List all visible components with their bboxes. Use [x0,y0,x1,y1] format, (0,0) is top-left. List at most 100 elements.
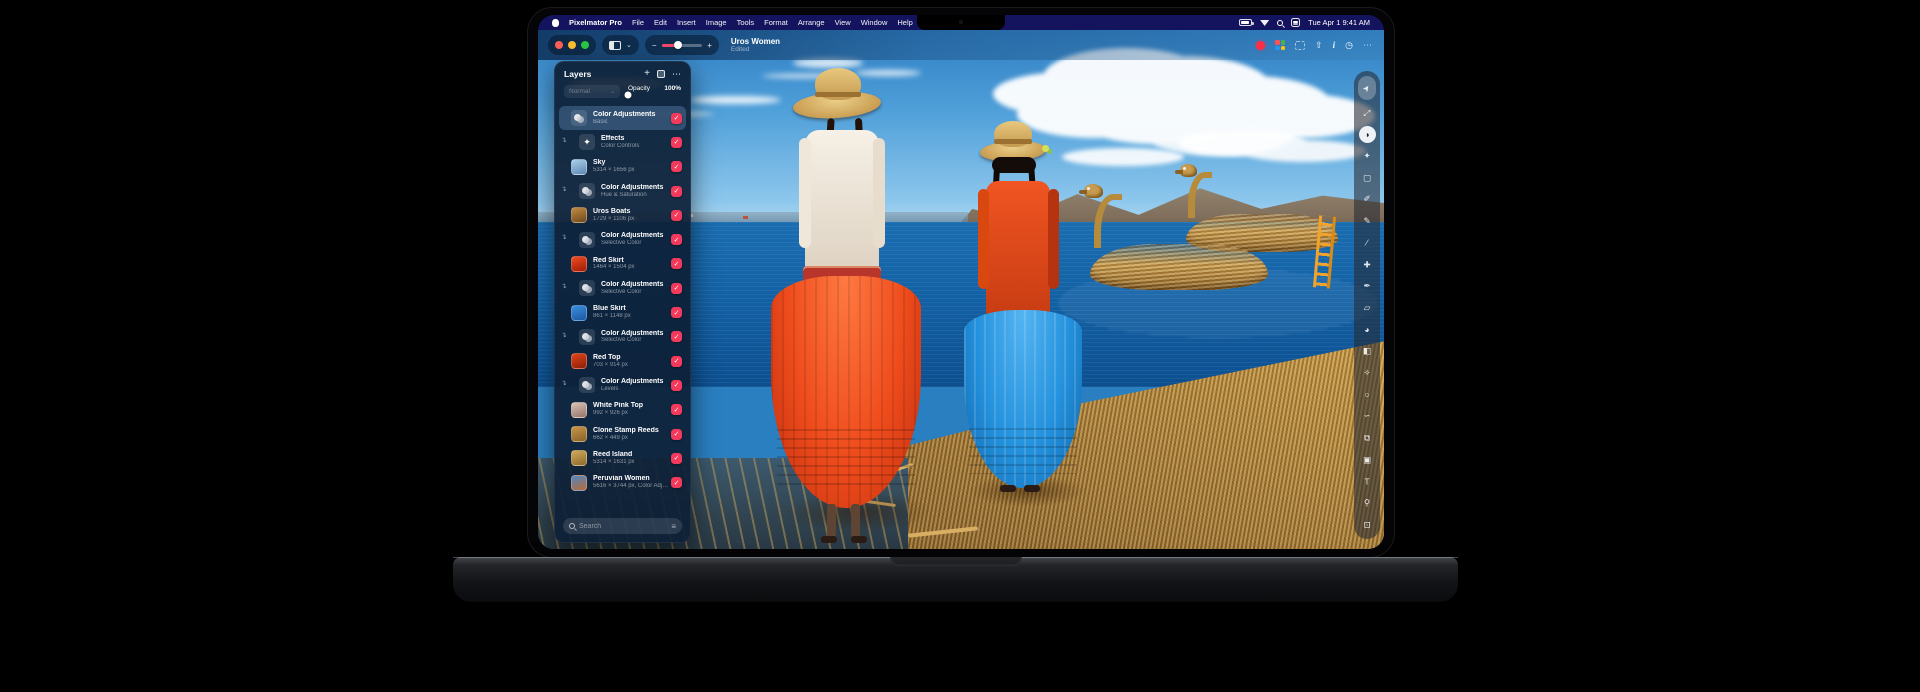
layer-visibility-checkbox[interactable]: ✓ [671,258,682,269]
layer-visibility-checkbox[interactable]: ✓ [671,356,682,367]
paint-tool[interactable]: ✒ [1358,278,1376,295]
color-adjustments-tool[interactable]: ◑ [1359,126,1376,143]
menu-help[interactable]: Help [897,18,912,27]
more-icon[interactable]: ⋯ [1363,40,1372,51]
minimize-button[interactable] [568,41,576,49]
layer-row-reed-island-5314-1631-px[interactable]: Reed Island5314 × 1631 px✓ [559,446,686,470]
text-tool[interactable]: T [1358,473,1376,490]
search-input[interactable] [579,523,667,530]
layer-row-color-adjustments-hue-saturation[interactable]: ↴Color AdjustmentsHue & Saturation✓ [559,179,686,203]
layer-visibility-checkbox[interactable]: ✓ [671,331,682,342]
history-icon[interactable]: ◷ [1345,40,1353,51]
layer-detail: 992 × 926 px [593,410,671,417]
smudge-tool[interactable]: ∽ [1358,408,1376,425]
close-button[interactable] [555,41,563,49]
freeform-select-tool[interactable]: ✐ [1358,191,1376,208]
menu-window[interactable]: Window [861,18,888,27]
wifi-icon[interactable] [1260,19,1269,26]
layer-text: Peruvian Women5616 × 3744 px, Color Adju… [593,475,671,490]
zoom-window-button[interactable] [581,41,589,49]
white-top [805,130,879,280]
retouch-tool[interactable]: ✚ [1358,257,1376,274]
layer-visibility-checkbox[interactable]: ✓ [671,404,682,415]
menu-insert[interactable]: Insert [677,18,696,27]
layer-visibility-checkbox[interactable]: ✓ [671,453,682,464]
menu-edit[interactable]: Edit [654,18,667,27]
chevron-down-icon: ⌄ [626,41,632,49]
layer-row-uros-boats-1729-1106-px[interactable]: Uros Boats1729 × 1106 px✓ [559,203,686,227]
opacity-knob[interactable] [625,92,632,99]
layer-row-blue-skirt-861-1148-px[interactable]: Blue Skirt861 × 1148 px✓ [559,300,686,324]
layer-visibility-checkbox[interactable]: ✓ [671,113,682,124]
zoom-slider[interactable]: − + [645,35,719,55]
control-center-icon[interactable] [1291,18,1300,27]
menu-image[interactable]: Image [706,18,727,27]
layer-visibility-checkbox[interactable]: ✓ [671,186,682,197]
battery-icon[interactable] [1239,19,1252,26]
crop-tool[interactable]: ⊡ [1358,517,1376,534]
zoom-out-icon[interactable]: − [652,41,657,50]
layer-adjustment-icon [579,232,595,248]
zoom-in-icon[interactable]: + [707,41,712,50]
spotlight-icon[interactable] [1277,20,1283,26]
layer-row-color-adjustments-selective-color[interactable]: ↴Color AdjustmentsSelective Color✓ [559,325,686,349]
pointer-tool[interactable]: ➤ [1358,76,1376,100]
layer-row-white-pink-top-992-926-px[interactable]: White Pink Top992 × 926 px✓ [559,398,686,422]
menu-tools[interactable]: Tools [737,18,755,27]
layer-row-color-adjustments-selective-color[interactable]: ↴Color AdjustmentsSelective Color✓ [559,276,686,300]
clone-tool[interactable]: ⧉ [1358,430,1376,447]
erase-tool[interactable]: ▱ [1358,300,1376,317]
slice-tool[interactable]: ▣ [1358,452,1376,469]
line-tool[interactable]: ∕ [1358,235,1376,252]
menu-bar-clock[interactable]: Tue Apr 1 9:41 AM [1308,18,1370,27]
layer-row-red-skirt-1464-1504-px[interactable]: Red Skirt1464 × 1504 px✓ [559,252,686,276]
add-layer-button[interactable]: + [644,69,650,79]
layer-text: Reed Island5314 × 1631 px [593,451,671,466]
menu-arrange[interactable]: Arrange [798,18,825,27]
layer-row-red-top-703-914-px[interactable]: Red Top703 × 914 px✓ [559,349,686,373]
quick-select-tool[interactable]: ✎ [1358,213,1376,230]
menu-file[interactable]: File [632,18,644,27]
apple-menu-icon[interactable] [552,19,559,27]
menu-view[interactable]: View [835,18,851,27]
info-icon[interactable]: i [1333,40,1336,50]
layer-style-button[interactable] [657,70,665,78]
layer-visibility-checkbox[interactable]: ✓ [671,283,682,294]
effects-tool[interactable]: ✦ [1358,148,1376,165]
blur-tool[interactable]: ○ [1358,387,1376,404]
sidebar-toggle-button[interactable]: ⌄ [602,35,639,55]
marquee-select-tool[interactable]: ▢ [1358,170,1376,187]
zoom-track[interactable] [662,44,702,47]
layer-visibility-checkbox[interactable]: ✓ [671,137,682,148]
layer-visibility-checkbox[interactable]: ✓ [671,210,682,221]
layer-row-color-adjustments-basic[interactable]: Color AdjustmentsBasic✓ [559,106,686,130]
sharpen-tool[interactable]: ✧ [1358,365,1376,382]
color-swatches-icon[interactable] [1275,40,1285,50]
layer-visibility-checkbox[interactable]: ✓ [671,380,682,391]
layer-visibility-checkbox[interactable]: ✓ [671,477,682,488]
app-menu[interactable]: Pixelmator Pro [569,18,622,27]
arrange-tool[interactable]: ⤢ [1358,105,1376,122]
layers-more-button[interactable]: ⋯ [672,70,681,79]
zoom-tool[interactable]: ⚲ [1358,495,1376,512]
share-icon[interactable]: ⇧ [1315,40,1323,51]
status-red-dot-icon[interactable] [1256,41,1265,50]
layer-row-color-adjustments-levels[interactable]: ↴Color AdjustmentsLevels✓ [559,373,686,397]
filter-icon[interactable]: ≡ [671,522,676,531]
layer-row-effects-color-controls[interactable]: ↴✦EffectsColor Controls✓ [559,130,686,154]
menu-format[interactable]: Format [764,18,788,27]
layer-visibility-checkbox[interactable]: ✓ [671,429,682,440]
layer-visibility-checkbox[interactable]: ✓ [671,161,682,172]
layer-row-clone-stamp-reeds-662-449-px[interactable]: Clone Stamp Reeds662 × 449 px✓ [559,422,686,446]
layers-panel-controls: Normal ⌄ Opacity 100% [555,83,690,105]
canvas-frame-icon[interactable] [1295,41,1305,50]
zoom-knob[interactable] [674,41,682,49]
blend-mode-select[interactable]: Normal ⌄ [564,85,620,98]
layer-visibility-checkbox[interactable]: ✓ [671,307,682,318]
layer-visibility-checkbox[interactable]: ✓ [671,234,682,245]
layer-row-peruvian-women-5616-3744-px-color-adjustm[interactable]: Peruvian Women5616 × 3744 px, Color Adju… [559,470,686,494]
gradient-tool[interactable]: ◧ [1358,343,1376,360]
fill-tool[interactable]: ◕ [1358,322,1376,339]
layer-row-color-adjustments-selective-color[interactable]: ↴Color AdjustmentsSelective Color✓ [559,227,686,251]
layer-row-sky-5314-1656-px[interactable]: Sky5314 × 1656 px✓ [559,155,686,179]
